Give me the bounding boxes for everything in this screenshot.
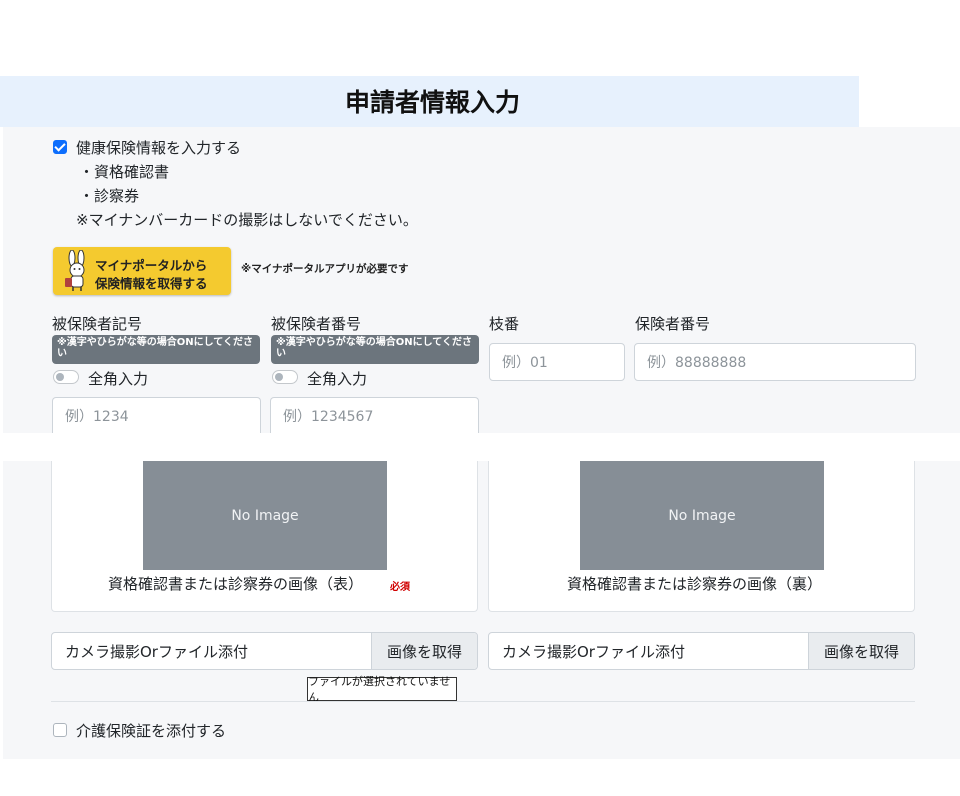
back-image-caption: 資格確認書または診察券の画像（裏）	[567, 575, 823, 593]
toggle-knob	[275, 373, 283, 381]
symbol-input[interactable]: 例）1234	[52, 397, 261, 433]
number-toggle-label: 全角入力	[307, 370, 368, 388]
symbol-toggle-label: 全角入力	[88, 370, 149, 388]
front-image-card: No Image 資格確認書または診察券の画像（表） 必須	[51, 461, 478, 612]
required-badge: 必須	[390, 582, 410, 593]
toggle-knob	[56, 373, 64, 381]
rabbit-mascot-icon	[65, 250, 85, 291]
back-file-input-text: カメラ撮影Orファイル添付	[502, 642, 685, 661]
mynaportal-button-line1: マイナポータルから	[95, 258, 208, 273]
front-image-placeholder: No Image	[143, 461, 387, 570]
health-insurance-checkbox[interactable]	[53, 140, 67, 154]
symbol-hint-badge: ※漢字やひらがな等の場合ONにしてください	[52, 335, 260, 364]
symbol-label: 被保険者記号	[52, 315, 143, 333]
list-item: ・診察券	[79, 187, 140, 205]
number-input[interactable]: 例）1234567	[270, 397, 479, 433]
health-insurance-label: 健康保険情報を入力する	[76, 139, 242, 157]
mynaportal-button[interactable]: マイナポータルから 保険情報を取得する	[53, 247, 231, 295]
front-get-image-button[interactable]: 画像を取得	[371, 633, 477, 669]
divider	[51, 701, 915, 702]
front-image-caption: 資格確認書または診察券の画像（表）	[108, 575, 364, 593]
number-hint-badge: ※漢字やひらがな等の場合ONにしてください	[271, 335, 479, 364]
branch-input[interactable]: 例）01	[489, 343, 625, 381]
check-icon	[54, 140, 66, 152]
front-file-input-text: カメラ撮影Orファイル添付	[65, 642, 248, 661]
number-label: 被保険者番号	[271, 315, 362, 333]
back-image-placeholder: No Image	[580, 461, 824, 570]
mynaportal-button-line2: 保険情報を取得する	[95, 276, 208, 291]
care-insurance-checkbox[interactable]	[53, 723, 67, 737]
care-insurance-label: 介護保険証を添付する	[76, 722, 227, 740]
insurer-number-input[interactable]: 例）88888888	[634, 343, 916, 381]
insurer-label: 保険者番号	[635, 315, 711, 333]
back-image-card: No Image 資格確認書または診察券の画像（裏）	[488, 461, 915, 612]
number-fullwidth-toggle[interactable]	[272, 370, 298, 384]
back-file-input[interactable]: カメラ撮影Orファイル添付 画像を取得	[488, 632, 915, 670]
back-get-image-button[interactable]: 画像を取得	[808, 633, 914, 669]
mynaportal-note: ※マイナポータルアプリが必要です	[241, 263, 409, 275]
branch-label: 枝番	[489, 315, 520, 333]
page-title: 申請者情報入力	[344, 88, 520, 117]
symbol-fullwidth-toggle[interactable]	[53, 370, 79, 384]
front-file-input[interactable]: カメラ撮影Orファイル添付 画像を取得	[51, 632, 478, 670]
list-item: ・資格確認書	[79, 163, 170, 181]
file-tooltip: ファイルが選択されていません	[307, 675, 457, 704]
mynumber-warning: ※マイナンバーカードの撮影はしないでください。	[76, 211, 418, 229]
